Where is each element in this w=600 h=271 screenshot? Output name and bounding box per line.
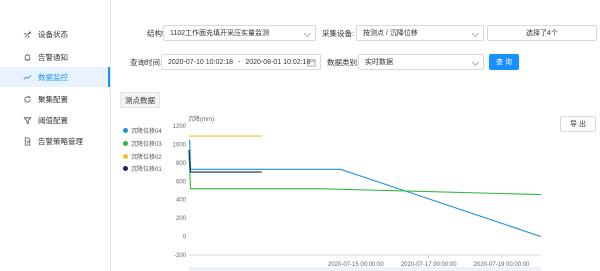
y-axis-label: 沉降(mm) xyxy=(188,115,214,123)
sidebar-item-alarm-strategy[interactable]: 告警策略管理 xyxy=(0,131,110,151)
sidebar-item-data-monitor[interactable]: 数据监控 xyxy=(0,67,110,87)
sidebar-item-threshold-config[interactable]: 阈值配置 xyxy=(0,110,110,130)
sidebar-item-label: 阈值配置 xyxy=(38,115,68,125)
time-range-picker[interactable]: 2020-07-10 10:02:18 - 2020-08-01 10:02:1… xyxy=(161,54,321,70)
time-end-value[interactable]: 2020-08-01 10:02:18 xyxy=(245,59,310,66)
device-select[interactable]: 按测点 / 沉降位移 xyxy=(356,25,484,41)
structure-select-value: 1102工作面充填开采压实量监测 xyxy=(170,30,270,37)
calendar-icon xyxy=(307,58,316,69)
filter-icon xyxy=(22,115,32,125)
time-label: 查询时间: xyxy=(130,58,163,67)
refresh-icon xyxy=(22,94,32,104)
y-tick-label: 200 xyxy=(176,216,187,222)
structure-select[interactable]: 1102工作面充填开采压实量监测 xyxy=(163,25,316,41)
settlement-chart: 沉降(mm)120010008006004002000-2002020-07-1… xyxy=(173,115,542,271)
data-type-select[interactable]: 实时数据 xyxy=(358,54,484,70)
data-type-label: 数据类别: xyxy=(327,58,360,67)
time-start-value[interactable]: 2020-07-10 10:02:18 xyxy=(168,59,233,66)
chart-zoom-bar xyxy=(189,267,541,271)
data-type-value: 实时数据 xyxy=(365,59,393,66)
y-tick-label: 400 xyxy=(176,198,187,204)
y-tick-label: 1000 xyxy=(173,142,187,148)
sidebar-item-label: 聚集配置 xyxy=(38,94,68,104)
main-content: 结构物: 1102工作面充填开采压实量监测 采集设备: 按测点 / 沉降位移 选… xyxy=(111,0,600,271)
y-tick-label: 1200 xyxy=(173,124,187,130)
device-label: 采集设备: xyxy=(322,29,355,38)
selected-points-select[interactable]: 选择了4个 xyxy=(487,25,597,41)
time-separator: - xyxy=(238,58,241,66)
bell-icon xyxy=(22,52,32,62)
rocket-icon xyxy=(22,29,32,39)
selected-count: 选择了4个 xyxy=(526,30,558,37)
y-tick-label: 0 xyxy=(183,235,187,241)
sidebar-item-label: 设备状态 xyxy=(38,29,68,39)
y-tick-label: -200 xyxy=(174,253,187,259)
sidebar-item-label: 数据监控 xyxy=(38,72,68,82)
y-tick-label: 600 xyxy=(176,179,187,185)
document-icon xyxy=(22,136,32,146)
chart-icon xyxy=(22,72,32,82)
sidebar-item-alarm-notice[interactable]: 告警通知 xyxy=(0,47,110,67)
sidebar-item-device-status[interactable]: 设备状态 xyxy=(0,24,110,44)
chevron-down-icon xyxy=(303,29,312,38)
sidebar: 设备状态 告警通知 数据监控 聚集配置 阈值配置 告警策略管理 xyxy=(0,0,111,271)
chevron-down-icon xyxy=(471,29,480,38)
sidebar-item-label: 告警通知 xyxy=(38,52,68,62)
device-select-value: 按测点 / 沉降位移 xyxy=(363,30,418,37)
query-button[interactable]: 查 询 xyxy=(489,54,519,70)
sidebar-item-aggregate-config[interactable]: 聚集配置 xyxy=(0,89,110,109)
y-tick-label: 800 xyxy=(176,161,187,167)
chevron-down-icon xyxy=(471,58,480,67)
series-line-2 xyxy=(188,153,542,196)
sidebar-item-label: 告警策略管理 xyxy=(38,136,83,146)
tab-point-data[interactable]: 测点数据 xyxy=(120,92,160,108)
